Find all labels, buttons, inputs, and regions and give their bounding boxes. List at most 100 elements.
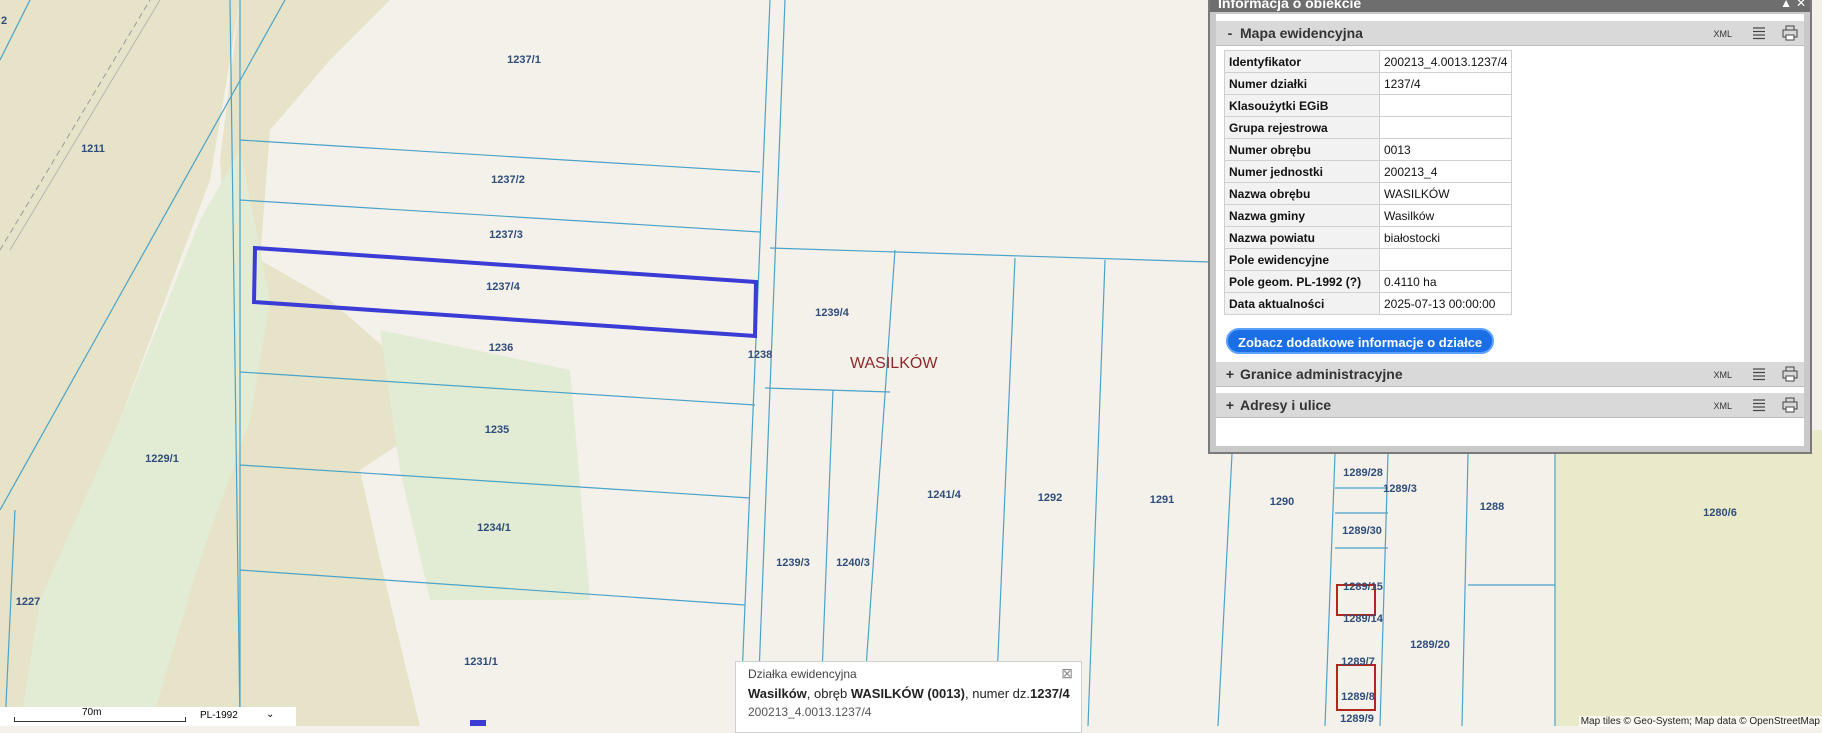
parcel-label: 2 (1, 15, 7, 27)
popup-summary: Wasilków, obręb WASILKÓW (0013), numer d… (748, 686, 1070, 701)
attribute-key: Numer działki (1224, 72, 1380, 95)
attribute-key-text: Nazwa powiatu (1229, 230, 1316, 245)
parcel-label: 1292 (1038, 492, 1062, 504)
attribute-value: 200213_4 (1378, 160, 1513, 183)
landcover-field (1555, 430, 1822, 726)
attribute-row: Nazwa gminy Wasilków (1224, 204, 1513, 227)
attribute-table: Identyfikator 200213_4.0013.1237/4 Numer d… (1224, 50, 1513, 315)
attribute-key: Data aktualności (1224, 292, 1380, 315)
parcel-label: 1237/1 (507, 54, 541, 66)
popup-close-icon[interactable]: ⊠ (1061, 665, 1073, 682)
parcel-label: 1211 (81, 143, 105, 155)
attribute-value: Wasilków (1378, 204, 1513, 227)
attribute-key-text: Grupa rejestrowa (1229, 120, 1328, 135)
attribute-row: Identyfikator 200213_4.0013.1237/4 (1224, 50, 1513, 73)
parcel-label: 1239/4 (815, 307, 850, 319)
parcel-label: 1234/1 (477, 522, 511, 534)
attribute-row: Klasoużytki EGiB (1224, 94, 1513, 117)
attribute-row: Data aktualności 2025-07-13 00:00:00 (1224, 292, 1513, 315)
attribute-row: Numer jednostki 200213_4 (1224, 160, 1513, 183)
scale-label: 70m (82, 707, 102, 718)
popup-sep: , obręb (806, 686, 851, 701)
attribute-value: 200213_4.0013.1237/4 (1378, 50, 1513, 73)
attribute-value: WASILKÓW (1378, 182, 1513, 205)
attribute-row: Numer obrębu 0013 (1224, 138, 1513, 161)
attribute-key: Nazwa gminy (1224, 204, 1380, 227)
section-title: Mapa ewidencyjna (1240, 25, 1363, 41)
parcel-label: 1237/2 (491, 174, 525, 186)
attribute-key-text: Numer działki (1229, 76, 1308, 91)
attribute-row: Nazwa powiatu białostocki (1224, 226, 1513, 249)
section-granice-administracyjne[interactable]: + Granice administracyjne XML (1216, 362, 1804, 387)
attribute-key-text: Numer jednostki (1229, 164, 1324, 179)
attribute-row: Nazwa obrębu WASILKÓW (1224, 182, 1513, 205)
parcel-label: 1290 (1270, 496, 1294, 508)
parcel-label: 1289/3 (1383, 483, 1417, 495)
chevron-down-icon[interactable]: ⌄ (266, 709, 274, 720)
xml-export-button[interactable]: XML (1713, 22, 1732, 46)
xml-export-button[interactable]: XML (1713, 363, 1732, 387)
parcel-label: 1289/14 (1343, 613, 1384, 625)
attribute-key: Identyfikator (1224, 50, 1380, 73)
attribute-row: Pole ewidencyjne (1224, 248, 1513, 271)
print-icon[interactable] (1782, 25, 1798, 41)
list-icon[interactable] (1752, 26, 1766, 40)
list-icon[interactable] (1752, 367, 1766, 381)
attribute-key: Grupa rejestrowa (1224, 116, 1380, 139)
parcel-label: 1229/1 (145, 453, 179, 465)
attribute-row: Numer działki 1237/4 (1224, 72, 1513, 95)
section-title: Granice administracyjne (1240, 366, 1403, 382)
attribute-value (1378, 248, 1513, 271)
expand-toggle[interactable]: + (1224, 393, 1236, 417)
panel-header[interactable]: Informacja o obiekcie (1210, 0, 1810, 12)
expand-toggle[interactable]: + (1224, 362, 1236, 386)
attribute-key-text: Nazwa gminy (1229, 208, 1306, 223)
map-attribution: Map tiles © Geo-System; Map data © OpenS… (1578, 716, 1822, 727)
section-title: Adresy i ulice (1240, 397, 1332, 413)
attribute-key: Numer jednostki (1224, 160, 1380, 183)
popup-number: 1237/4 (1030, 686, 1070, 701)
section-adresy-i-ulice[interactable]: + Adresy i ulice XML (1216, 393, 1804, 418)
list-icon[interactable] (1752, 398, 1766, 412)
parcel-label: 1289/8 (1341, 691, 1375, 703)
parcel-label: 1289/15 (1343, 581, 1383, 593)
attribute-key: Nazwa obrębu (1224, 182, 1380, 205)
attribute-value: 0013 (1378, 138, 1513, 161)
xml-export-button[interactable]: XML (1713, 394, 1732, 418)
collapse-toggle[interactable]: - (1224, 21, 1236, 45)
parcel-label: 1227 (16, 596, 40, 608)
attribute-key-text: Pole geom. PL-1992 (1229, 274, 1343, 289)
attribute-value: 0.4110 ha (1378, 270, 1513, 293)
collapse-icon[interactable]: ▲ (1780, 0, 1792, 10)
attribute-key-text: Pole ewidencyjne (1229, 252, 1330, 267)
scale-bar: 70m PL-1992 ⌄ (0, 707, 296, 726)
parcel-label: 1280/6 (1703, 507, 1737, 519)
more-info-button[interactable]: Zobacz dodatkowe informacje o działce (1226, 328, 1495, 354)
print-icon[interactable] (1782, 397, 1798, 413)
attribute-row: Grupa rejestrowa (1224, 116, 1513, 139)
attribute-key: Pole geom. PL-1992 (?) (1224, 270, 1380, 293)
parcel-label: 1235 (485, 424, 509, 436)
popup-type: Działka ewidencyjna (748, 667, 857, 681)
popup-id: 200213_4.0013.1237/4 (748, 705, 872, 719)
attribute-value: 2025-07-13 00:00:00 (1378, 292, 1513, 315)
popup-obreb: WASILKÓW (0013) (850, 686, 965, 701)
attribute-value (1378, 116, 1513, 139)
print-icon[interactable] (1782, 366, 1798, 382)
parcel-label: 1237/3 (489, 229, 523, 241)
help-link[interactable]: ? (1350, 275, 1357, 289)
parcel-label: 1231/1 (464, 656, 498, 668)
parcel-label: 1241/4 (927, 489, 962, 501)
parcel-label: 1239/3 (776, 557, 810, 569)
attribute-key-text: Data aktualności (1229, 296, 1325, 311)
close-icon[interactable]: ✕ (1796, 0, 1806, 10)
section-mapa-ewidencyjna[interactable]: - Mapa ewidencyjna XML (1216, 21, 1804, 46)
attribute-value: 1237/4 (1378, 72, 1513, 95)
crs-select[interactable]: PL-1992 (200, 710, 238, 721)
attribute-value: białostocki (1378, 226, 1513, 249)
parcel-label: 1289/9 (1340, 713, 1374, 725)
parcel-popup: Działka ewidencyjna ⊠ Wasilków, obręb WA… (735, 661, 1082, 733)
parcel-label: 1289/7 (1341, 656, 1375, 668)
attribute-key-text: Identyfikator (1229, 54, 1302, 69)
popup-place: Wasilków (748, 686, 807, 701)
